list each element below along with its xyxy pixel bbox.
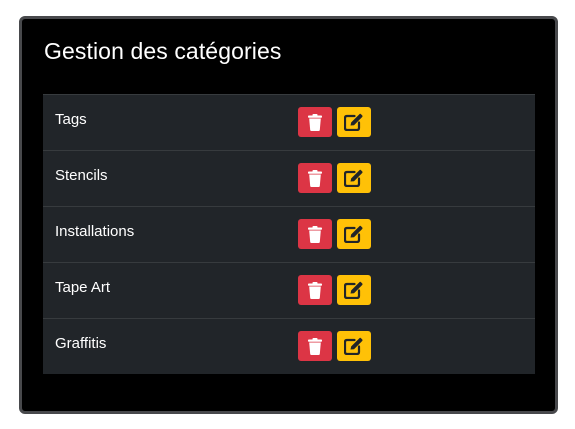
- category-name: Installations: [55, 223, 135, 240]
- trash-icon: [308, 337, 322, 355]
- row-actions: [298, 331, 371, 361]
- table-row: Graffitis: [43, 318, 535, 374]
- delete-button[interactable]: [298, 219, 332, 249]
- table-row: Tape Art: [43, 262, 535, 318]
- row-actions: [298, 107, 371, 137]
- table-row: Tags: [43, 94, 535, 150]
- row-actions: [298, 275, 371, 305]
- delete-button[interactable]: [298, 331, 332, 361]
- delete-button[interactable]: [298, 275, 332, 305]
- trash-icon: [308, 281, 322, 299]
- edit-icon: [344, 337, 363, 355]
- table-row: Installations: [43, 206, 535, 262]
- edit-button[interactable]: [337, 331, 371, 361]
- edit-icon: [344, 169, 363, 187]
- page-title: Gestion des catégories: [44, 38, 282, 64]
- edit-button[interactable]: [337, 107, 371, 137]
- category-name: Tape Art: [55, 279, 111, 296]
- category-name: Stencils: [55, 167, 108, 184]
- category-name: Graffitis: [55, 335, 107, 352]
- edit-button[interactable]: [337, 219, 371, 249]
- trash-icon: [308, 113, 322, 131]
- edit-button[interactable]: [337, 275, 371, 305]
- edit-icon: [344, 281, 363, 299]
- trash-icon: [308, 225, 322, 243]
- edit-button[interactable]: [337, 163, 371, 193]
- delete-button[interactable]: [298, 163, 332, 193]
- delete-button[interactable]: [298, 107, 332, 137]
- edit-icon: [344, 113, 363, 131]
- categories-panel: Gestion des catégories Tags Stencils Ins…: [19, 16, 558, 414]
- categories-table: Tags Stencils Installations Tape Art Gra…: [43, 94, 535, 374]
- table-row: Stencils: [43, 150, 535, 206]
- category-name: Tags: [55, 111, 87, 128]
- edit-icon: [344, 225, 363, 243]
- trash-icon: [308, 169, 322, 187]
- row-actions: [298, 219, 371, 249]
- row-actions: [298, 163, 371, 193]
